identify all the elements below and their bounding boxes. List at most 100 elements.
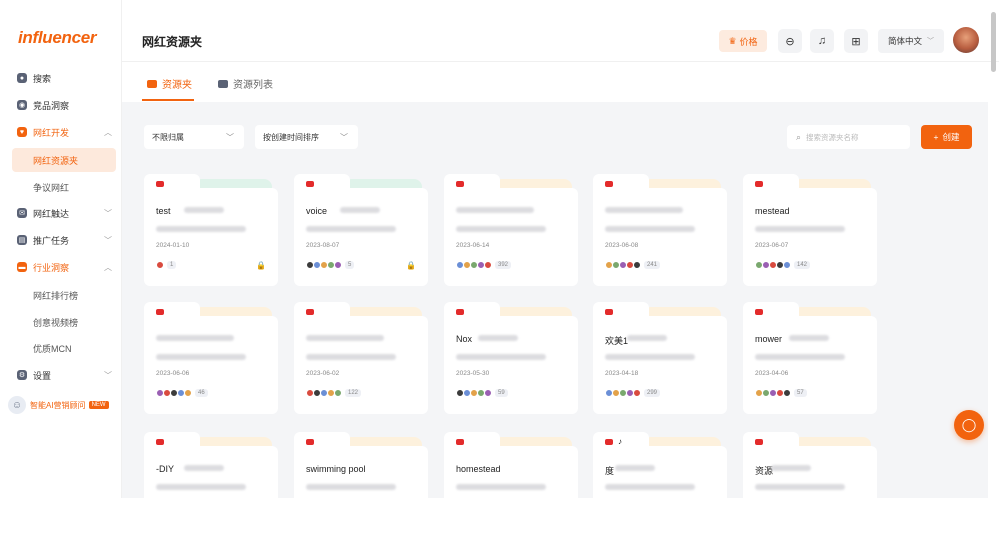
folder-name: test bbox=[156, 206, 171, 216]
folder-body bbox=[743, 316, 877, 414]
sidebar-item[interactable]: ⚙ 设置 ﹀ bbox=[0, 363, 122, 387]
price-label: 价格 bbox=[739, 36, 758, 47]
blurred-description bbox=[755, 226, 845, 232]
blurred-description bbox=[456, 484, 546, 490]
folder-card[interactable]: 2023-06-08 241 bbox=[593, 174, 727, 286]
page-title: 网红资源夹 bbox=[142, 35, 203, 49]
folder-card[interactable]: homestead bbox=[444, 432, 578, 544]
folder-card[interactable]: 资源 bbox=[743, 432, 877, 544]
tab-label: 资源列表 bbox=[233, 80, 273, 91]
folder-card[interactable]: ♪ 度 bbox=[593, 432, 727, 544]
scrollbar[interactable] bbox=[991, 12, 996, 72]
folder-date: 2023-06-08 bbox=[605, 242, 639, 249]
avatar[interactable] bbox=[953, 27, 979, 53]
sidebar-item[interactable]: ▬ 行业洞察 ︿ bbox=[0, 255, 122, 279]
sidebar-item[interactable]: ▤ 推广任务 ﹀ bbox=[0, 228, 122, 252]
blurred-description bbox=[605, 484, 695, 490]
chat-icon: ◯ bbox=[961, 417, 977, 432]
folder-card[interactable]: Nox 2023-05-30 59 bbox=[444, 302, 578, 414]
sidebar-item[interactable]: ✉ 网红触达 ﹀ bbox=[0, 201, 122, 225]
folder-date: 2023-06-06 bbox=[156, 370, 190, 377]
sidebar-item[interactable]: 争议网红 bbox=[0, 175, 122, 199]
chevron-icon: ﹀ bbox=[104, 208, 112, 218]
sidebar-item-label: 创意视频榜 bbox=[33, 317, 79, 328]
influencer-count: 241 bbox=[644, 261, 661, 269]
folder-body bbox=[294, 188, 428, 286]
blurred-description bbox=[456, 226, 546, 232]
folder-date: 2023-05-30 bbox=[456, 370, 490, 377]
folder-card[interactable]: 2023-06-14 392 bbox=[444, 174, 578, 286]
folder-body bbox=[144, 446, 278, 544]
influencer-count: 46 bbox=[195, 389, 208, 397]
sidebar-item[interactable]: ● 搜索 bbox=[0, 66, 122, 90]
support-chat-button[interactable]: ◯ bbox=[954, 410, 984, 440]
active-tab-indicator bbox=[142, 99, 194, 101]
tab-folders[interactable]: 资源夹 bbox=[147, 76, 192, 91]
sidebar-item[interactable]: 网红排行榜 bbox=[0, 283, 122, 307]
blurred-description bbox=[456, 354, 546, 360]
tab-bar: 资源夹 资源列表 bbox=[122, 62, 999, 102]
blurred-description bbox=[156, 354, 246, 360]
folder-date: 2023-04-06 bbox=[755, 370, 789, 377]
sidebar-item-label: 设置 bbox=[33, 370, 52, 381]
tab-label: 资源夹 bbox=[162, 80, 192, 91]
create-button[interactable]: + 创建 bbox=[921, 125, 972, 149]
folder-body bbox=[294, 446, 428, 544]
chevron-down-icon: ﹀ bbox=[340, 132, 348, 142]
sort-filter[interactable]: 按创建时间排序 ﹀ bbox=[255, 125, 358, 149]
ai-assistant-item[interactable]: ☺ 智能AI营销顾问 NEW bbox=[8, 394, 109, 416]
folder-name: 欢美1 bbox=[605, 336, 629, 346]
folder-body bbox=[593, 446, 727, 544]
language-select[interactable]: 简体中文 ﹀ bbox=[878, 29, 944, 53]
sidebar-item[interactable]: 优质MCN bbox=[0, 336, 122, 360]
folder-card[interactable]: 2023-06-06 46 bbox=[144, 302, 278, 414]
main-content: 不限归属 ﹀ 按创建时间排序 ﹀ ⌕ 搜索资源夹名称 + 创建 test 2024… bbox=[122, 102, 988, 544]
influencer-avatar bbox=[484, 389, 492, 397]
influencer-count: 59 bbox=[495, 389, 508, 397]
ownership-filter[interactable]: 不限归属 ﹀ bbox=[144, 125, 244, 149]
bell-icon: ♫ bbox=[817, 35, 827, 47]
blurred-text bbox=[478, 335, 518, 341]
folder-card[interactable]: 2023-06-02 122 bbox=[294, 302, 428, 414]
folder-date: 2023-06-14 bbox=[456, 242, 490, 249]
sidebar-item[interactable]: ♥ 网红开发 ︿ bbox=[0, 120, 122, 144]
influencer-avatar bbox=[783, 389, 791, 397]
apps-button[interactable]: ⊞ bbox=[844, 29, 868, 53]
folder-card[interactable]: test 2024-01-10 1 🔒 bbox=[144, 174, 278, 286]
sidebar-item-label: 行业洞察 bbox=[33, 262, 70, 273]
message-button[interactable]: ⊖ bbox=[778, 29, 802, 53]
youtube-icon bbox=[605, 181, 613, 187]
folder-body bbox=[444, 316, 578, 414]
sidebar-item-label: 推广任务 bbox=[33, 235, 70, 246]
folder-body bbox=[144, 316, 278, 414]
search-input[interactable]: ⌕ 搜索资源夹名称 bbox=[787, 125, 910, 149]
tab-resource-list[interactable]: 资源列表 bbox=[218, 76, 273, 91]
influencer-count: 57 bbox=[794, 389, 807, 397]
blurred-text bbox=[184, 207, 224, 213]
sidebar-item[interactable]: 创意视频榜 bbox=[0, 310, 122, 334]
influencer-avatar bbox=[334, 389, 342, 397]
blurred-description bbox=[306, 354, 396, 360]
sidebar-item[interactable]: 网红资源夹 bbox=[12, 148, 116, 172]
sidebar-item[interactable]: ◉ 竞品洞察 bbox=[0, 93, 122, 117]
folder-card[interactable]: -DIY bbox=[144, 432, 278, 544]
blurred-description bbox=[306, 484, 396, 490]
youtube-icon bbox=[605, 309, 613, 315]
notification-button[interactable]: ♫ bbox=[810, 29, 834, 53]
youtube-icon bbox=[306, 309, 314, 315]
folder-card[interactable]: mestead 2023-06-07 142 bbox=[743, 174, 877, 286]
blurred-description bbox=[156, 484, 246, 490]
folder-card[interactable]: voice 2023-08-07 5 🔒 bbox=[294, 174, 428, 286]
influencer-avatar bbox=[633, 389, 641, 397]
blurred-text bbox=[340, 207, 380, 213]
folder-card[interactable]: swimming pool bbox=[294, 432, 428, 544]
blurred-text bbox=[771, 465, 811, 471]
blurred-description bbox=[306, 226, 396, 232]
sidebar-item-label: 网红排行榜 bbox=[33, 290, 79, 301]
price-button[interactable]: ♛ 价格 bbox=[719, 30, 767, 52]
folder-avatars: 142 bbox=[755, 261, 811, 269]
folder-card[interactable]: 欢美1 2023-04-18 299 bbox=[593, 302, 727, 414]
folder-card[interactable]: mower 2023-04-06 57 bbox=[743, 302, 877, 414]
influencer-count: 299 bbox=[644, 389, 661, 397]
folder-avatars: 5 bbox=[306, 261, 355, 269]
